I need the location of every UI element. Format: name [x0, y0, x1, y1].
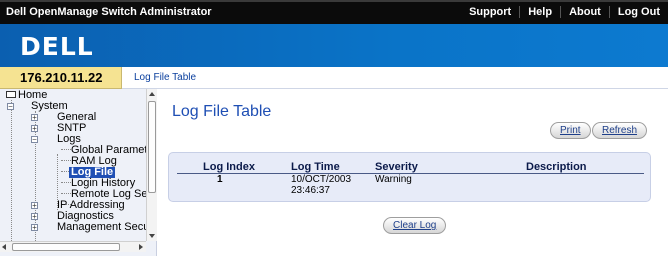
cell-log-index: 1	[217, 174, 223, 185]
device-ip: 176.210.11.22	[20, 70, 103, 85]
plus-toggle-icon[interactable]: +	[31, 114, 38, 122]
support-link[interactable]: Support	[461, 6, 519, 18]
scroll-left-icon[interactable]	[2, 244, 6, 250]
cell-log-time-clock: 23:46:37	[291, 185, 330, 196]
top-links: Support Help About Log Out	[461, 6, 668, 18]
scroll-thumb[interactable]	[12, 243, 120, 251]
column-header-severity: Severity	[375, 161, 418, 173]
home-icon	[6, 91, 16, 98]
plus-toggle-icon[interactable]: +	[31, 213, 38, 221]
plus-toggle-icon[interactable]: +	[31, 202, 38, 210]
column-header-description: Description	[526, 161, 587, 173]
scroll-right-icon[interactable]	[139, 244, 143, 250]
minus-toggle-icon[interactable]: −	[31, 136, 38, 144]
log-out-link[interactable]: Log Out	[608, 6, 668, 18]
scroll-up-icon[interactable]	[149, 92, 155, 96]
navigation-tree: Home − System + General + SNTP − Logs Gl…	[0, 89, 157, 256]
top-bar: Dell OpenManage Switch Administrator Sup…	[0, 0, 668, 24]
tree-connector	[61, 182, 71, 183]
plus-toggle-icon[interactable]: +	[31, 224, 38, 232]
brand-band: DELL	[0, 24, 668, 67]
tree-horizontal-scrollbar[interactable]	[0, 241, 146, 252]
help-link[interactable]: Help	[519, 6, 560, 18]
breadcrumb: Log File Table	[122, 67, 668, 89]
tree-connector	[61, 149, 71, 150]
column-header-log-index: Log Index	[203, 161, 255, 173]
minus-toggle-icon[interactable]: −	[7, 103, 14, 111]
tree-item-management-security[interactable]: Management Securit	[57, 222, 146, 233]
app-title: Dell OpenManage Switch Administrator	[6, 6, 212, 18]
plus-toggle-icon[interactable]: +	[31, 125, 38, 133]
device-address: 176.210.11.22	[0, 67, 122, 89]
scroll-down-icon[interactable]	[149, 234, 155, 238]
tree-connector	[61, 193, 71, 194]
refresh-button[interactable]: Refresh	[592, 122, 648, 139]
breadcrumb-current[interactable]: Log File Table	[134, 72, 196, 83]
tree-vertical-scrollbar[interactable]	[146, 89, 157, 241]
scroll-thumb[interactable]	[148, 101, 156, 193]
about-link[interactable]: About	[560, 6, 609, 18]
log-file-table: Log Index Log Time Severity Description …	[168, 152, 651, 202]
clear-log-button[interactable]: Clear Log	[383, 217, 447, 234]
dell-logo: DELL	[20, 32, 94, 61]
tree-viewport: Home − System + General + SNTP − Logs Gl…	[0, 89, 146, 241]
column-header-log-time: Log Time	[291, 161, 340, 173]
tree-connector	[11, 100, 12, 241]
cell-severity: Warning	[375, 174, 412, 185]
page-title: Log File Table	[172, 103, 272, 120]
tree-connector	[61, 160, 71, 161]
cell-log-time-date: 10/OCT/2003	[291, 174, 352, 185]
print-button[interactable]: Print	[550, 122, 591, 139]
